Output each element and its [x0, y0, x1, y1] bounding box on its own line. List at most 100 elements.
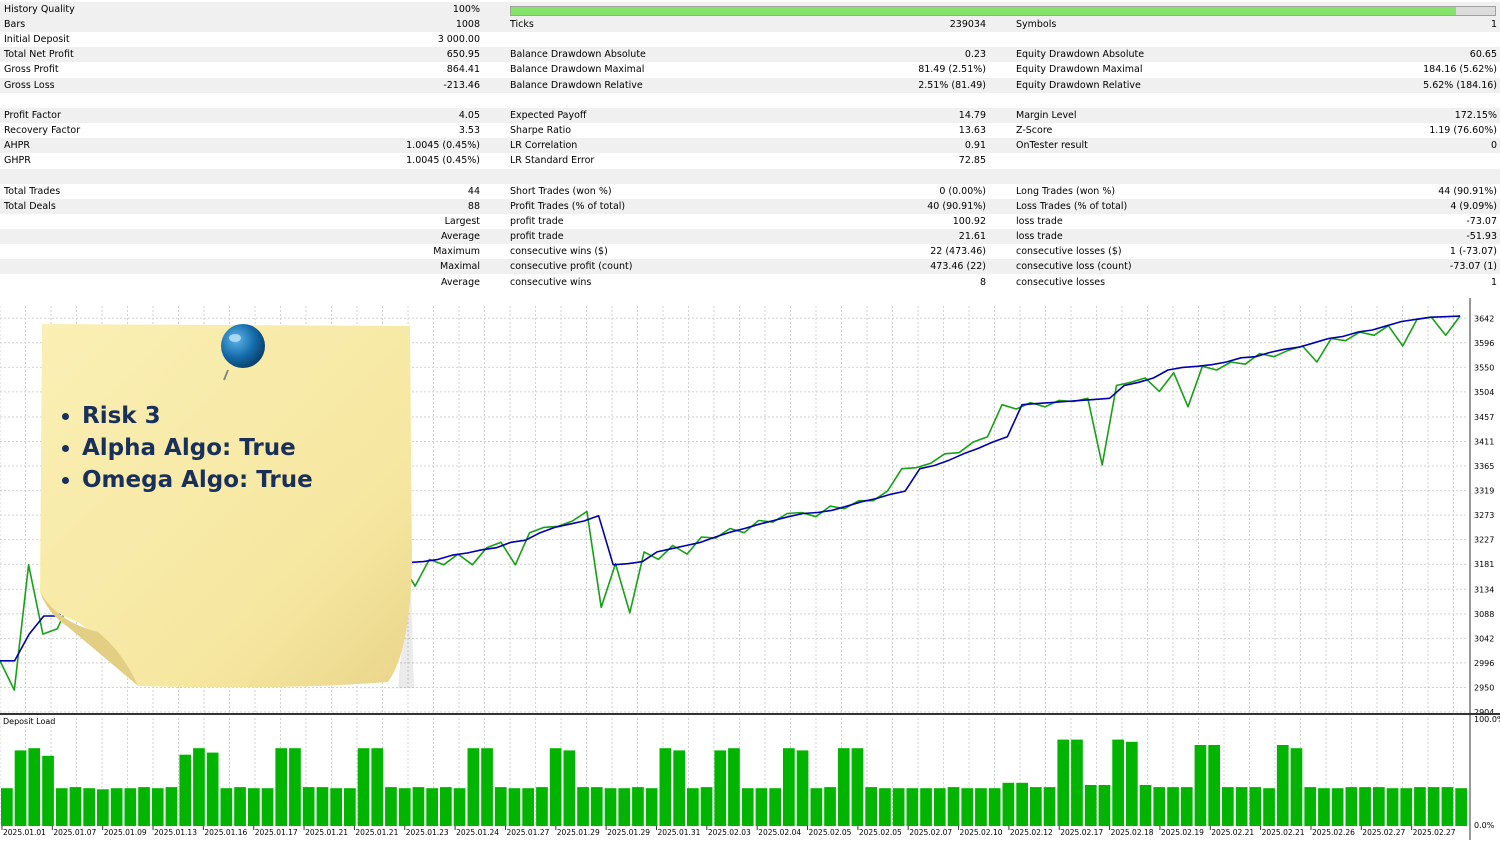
- report-stats-panel: History Quality 100% Bars 1008 Ticks 239034…: [0, 0, 1500, 300]
- x-tick-label: 2025.01.17: [255, 828, 298, 837]
- stats-row: Profit Factor 4.05 Expected Payoff 14.79 Mar…: [0, 107, 1500, 123]
- deposit-load-bar: [851, 748, 864, 826]
- stats-row: Total Deals 88 Profit Trades (% of total) 4…: [0, 198, 1500, 214]
- stat-value: 4.05: [458, 109, 480, 121]
- x-tick-label: 2025.02.27: [1413, 828, 1456, 837]
- x-tick-label: 2025.01.29: [557, 828, 600, 837]
- stats-row: Total Net Profit 650.95 Balance Drawdown A…: [0, 47, 1500, 63]
- x-tick-label: 2025.02.21: [1211, 828, 1254, 837]
- deposit-load-bar: [508, 788, 521, 826]
- deposit-load-bar: [179, 754, 192, 826]
- stat-label: Balance Drawdown Absolute: [510, 49, 646, 61]
- stat-value: Maximum: [433, 246, 480, 258]
- deposit-load-bar: [398, 788, 411, 826]
- y-tick-label: 3273: [1474, 511, 1494, 520]
- deposit-load-bar: [961, 788, 974, 826]
- stat-value: 5.62% (184.16): [1423, 79, 1497, 91]
- stat-value: 44: [467, 185, 480, 197]
- stat-value: -213.46: [443, 79, 480, 91]
- x-tick-label: 2025.01.21: [355, 828, 398, 837]
- deposit-load-bar: [933, 788, 946, 826]
- stat-value: 650.95: [446, 49, 480, 61]
- deposit-load-bar: [741, 788, 754, 826]
- y-tick-label: 3596: [1474, 339, 1494, 348]
- deposit-load-bar: [316, 787, 329, 826]
- x-tick-label: 2025.01.24: [456, 828, 499, 837]
- stat-value: 1.0045 (0.45%): [406, 140, 480, 152]
- stat-label: consecutive loss (count): [1016, 261, 1132, 273]
- stat-label: Equity Drawdown Relative: [1016, 79, 1141, 91]
- deposit-load-bar: [440, 787, 452, 826]
- deposit-load-bar: [1043, 787, 1056, 826]
- x-tick-label: 2025.02.05: [809, 828, 852, 837]
- y-tick-label: 3227: [1474, 536, 1494, 545]
- y-tick-label: 3181: [1474, 560, 1494, 569]
- deposit-load-bar: [1194, 745, 1207, 826]
- deposit-load-bar: [1002, 782, 1015, 826]
- deposit-load-bar: [975, 788, 987, 826]
- deposit-load-bar: [1098, 785, 1111, 826]
- stat-label: consecutive profit (count): [510, 261, 633, 273]
- x-tick-label: 2025.01.07: [53, 828, 96, 837]
- stat-label: consecutive losses ($): [1016, 246, 1122, 258]
- stat-label: Loss Trades (% of total): [1016, 200, 1128, 212]
- deposit-load-bar: [275, 748, 288, 826]
- deposit-load-bar: [1222, 787, 1234, 826]
- stat-value: 473.46 (22): [930, 261, 986, 273]
- stat-value: 100.92: [952, 215, 986, 227]
- stats-row: Gross Profit 864.41 Balance Drawdown Maxim…: [0, 62, 1500, 77]
- y-tick-label: 3042: [1474, 634, 1494, 643]
- stat-label: Recovery Factor: [4, 125, 81, 137]
- stat-value: 44 (90.91%): [1438, 185, 1497, 197]
- stats-row: [0, 168, 1500, 184]
- deposit-load-bar: [1235, 787, 1248, 826]
- deposit-load-bar: [1112, 739, 1124, 826]
- deposit-load-bar: [289, 748, 301, 826]
- stat-label: OnTester result: [1016, 140, 1088, 152]
- stat-value: 184.16 (5.62%): [1423, 64, 1497, 76]
- deposit-load-bar: [371, 748, 384, 826]
- history-quality-label: History Quality: [4, 4, 75, 15]
- deposit-load-bar: [1208, 745, 1220, 826]
- deposit-load-bar: [481, 748, 493, 826]
- stat-value: 13.63: [958, 125, 986, 137]
- stats-row: [0, 93, 1500, 108]
- deposit-load-bar: [357, 748, 370, 826]
- deposit-load-bar: [426, 788, 438, 826]
- sticky-note-list: Risk 3 Alpha Algo: True Omega Algo: True: [62, 400, 313, 496]
- deposit-load-bar: [1304, 787, 1317, 826]
- stat-label: Symbols: [1016, 19, 1057, 30]
- deposit-load-bar: [1331, 788, 1344, 826]
- deposit-load-bar: [522, 788, 534, 826]
- deposit-load-bar: [1016, 782, 1028, 826]
- x-tick-label: 2025.02.26: [1312, 828, 1355, 837]
- deposit-load-bar: [920, 788, 932, 826]
- stat-label: Bars: [4, 19, 26, 30]
- stat-value: Average: [440, 276, 480, 288]
- x-tick-label: 2025.02.21: [1262, 828, 1305, 837]
- deposit-load-bar: [714, 750, 727, 826]
- deposit-load-bar: [810, 788, 823, 826]
- deposit-load-bar: [1071, 739, 1083, 826]
- stat-label: Gross Profit: [4, 64, 59, 76]
- stat-value: 60.65: [1469, 49, 1497, 61]
- deposit-load-bar: [69, 787, 82, 826]
- deposit-load-bar: [728, 748, 740, 826]
- stat-label: Total Net Profit: [4, 49, 74, 61]
- stat-value: 88: [467, 200, 480, 212]
- sticky-note-item-omega: Omega Algo: True: [82, 464, 313, 496]
- deposit-load-bar: [28, 748, 41, 826]
- stat-label: Expected Payoff: [510, 109, 587, 121]
- deposit-load-bar: [837, 748, 850, 826]
- deposit-load-bar: [55, 788, 68, 826]
- deposit-load-bar: [659, 748, 672, 826]
- stats-row: Initial Deposit 3 000.00: [0, 32, 1500, 47]
- deposit-load-bar: [590, 787, 603, 826]
- y-tick-label: 3411: [1474, 438, 1494, 447]
- deposit-load-bar: [1139, 785, 1152, 826]
- deposit-load-bar: [234, 787, 246, 826]
- stat-value: 0 (0.00%): [939, 185, 986, 197]
- x-tick-label: 2025.02.17: [1060, 828, 1103, 837]
- deposit-load-bar: [1084, 785, 1097, 826]
- x-tick-label: 2025.01.29: [607, 828, 650, 837]
